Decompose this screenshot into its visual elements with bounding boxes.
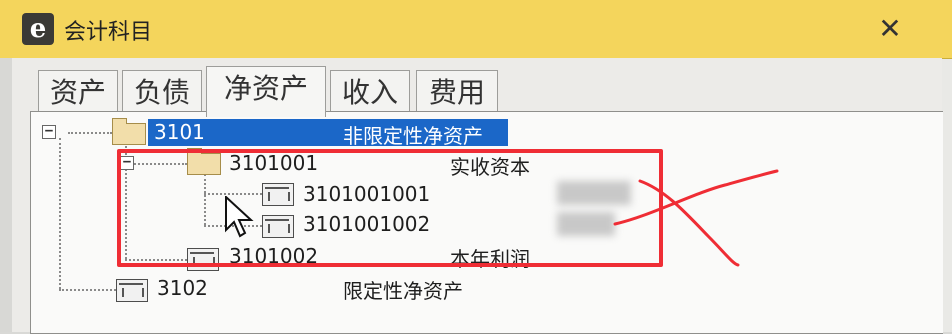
- close-button[interactable]: ✕: [870, 10, 910, 48]
- account-leaf-icon: [116, 279, 148, 302]
- tab-liabilities[interactable]: 负债: [122, 70, 202, 113]
- root-vertical-line: [59, 138, 61, 289]
- root-folder-icon: [112, 118, 146, 145]
- accounting-subjects-window: e 会计科目 ✕ 资产 负债 净资产 收入 费用 − 3101 非限定性净资产 …: [0, 0, 952, 334]
- tab-income[interactable]: 收入: [330, 70, 410, 113]
- tab-net-assets[interactable]: 净资产: [206, 66, 326, 117]
- root-connector: [68, 132, 112, 134]
- window-title: 会计科目: [64, 20, 153, 45]
- root-name[interactable]: 非限定性净资产: [343, 120, 483, 149]
- left-window-edge: [0, 58, 12, 332]
- red-highlight-box: [117, 149, 663, 267]
- app-e-icon: e: [22, 13, 54, 45]
- tab-expenses[interactable]: 费用: [416, 70, 498, 113]
- second-root-connector: [59, 289, 116, 291]
- tab-assets[interactable]: 资产: [38, 70, 118, 113]
- root-code[interactable]: 3101: [154, 120, 205, 144]
- second-root-code[interactable]: 3102: [157, 276, 208, 300]
- mouse-cursor-icon: [225, 196, 254, 238]
- title-bar[interactable]: e 会计科目 ✕: [0, 0, 952, 59]
- second-root-name[interactable]: 限定性净资产: [343, 275, 463, 304]
- root-expander-minus-icon[interactable]: −: [42, 124, 56, 139]
